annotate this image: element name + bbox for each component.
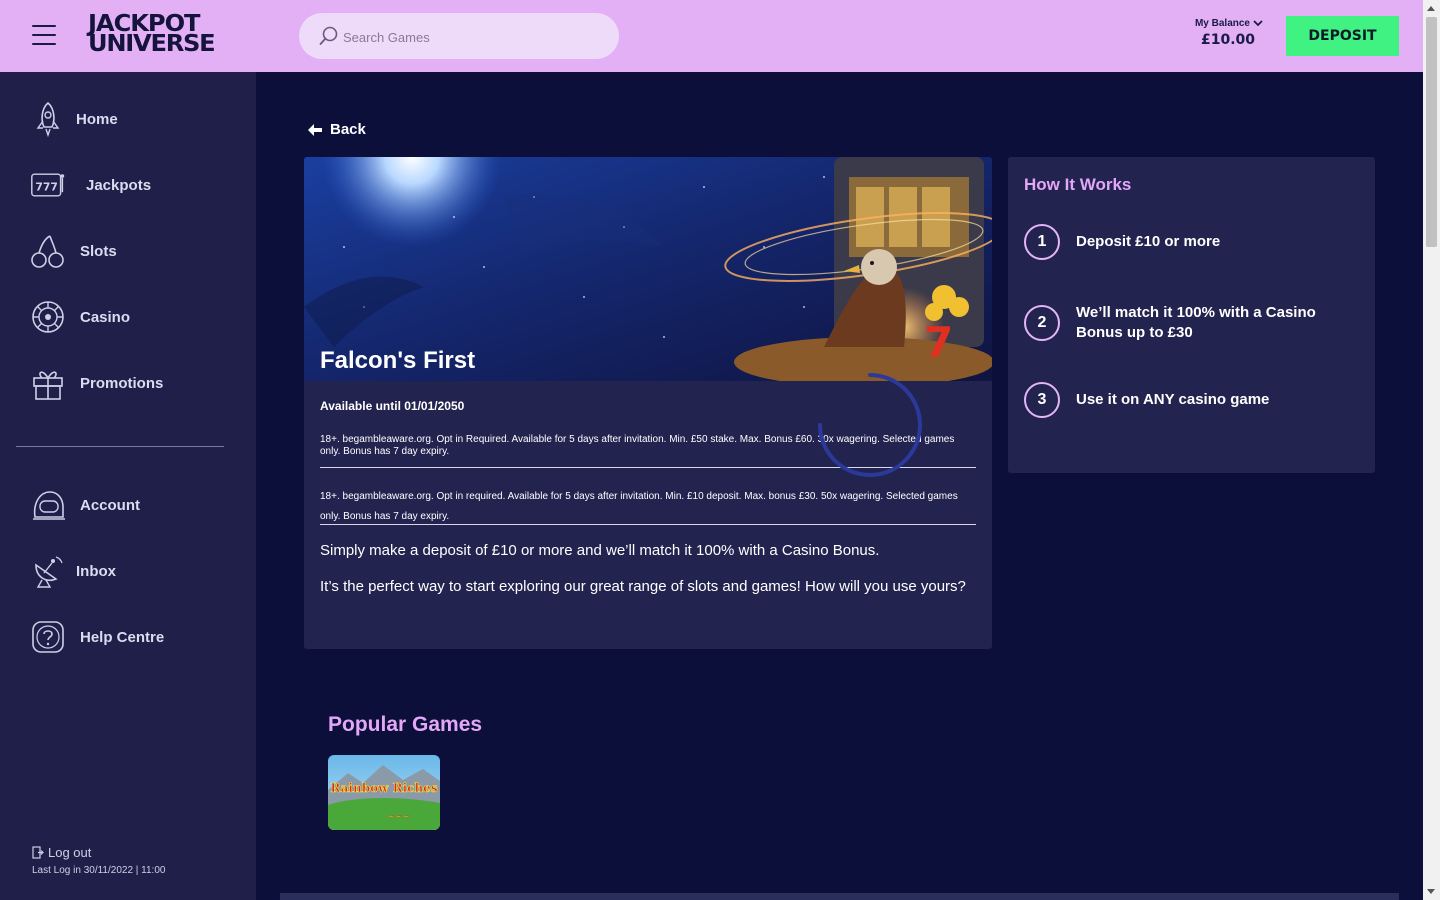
logout-link[interactable]: Log out — [32, 845, 91, 860]
step-item: 1 Deposit £10 or more — [1024, 224, 1220, 260]
svg-text:777: 777 — [35, 180, 58, 193]
deposit-button[interactable]: DEPOSIT — [1286, 16, 1399, 56]
top-header: JACKPOT UNIVERSE My Balance £10.00 DEPOS… — [0, 0, 1423, 72]
sidebar-item-home[interactable]: Home — [30, 99, 118, 139]
popular-games-title: Popular Games — [328, 713, 483, 736]
how-it-works-card: How It Works 1 Deposit £10 or more 2 We’… — [1008, 157, 1375, 473]
promotion-description-1: Simply make a deposit of £10 or more and… — [320, 542, 880, 559]
last-login-text: Last Log in 30/11/2022 | 11:00 — [32, 865, 166, 876]
svg-text:~~~: ~~~ — [387, 812, 410, 822]
promotion-card: 7 Falcon's First Available until 01/01/2… — [304, 157, 992, 649]
sidebar-item-label: Promotions — [80, 374, 164, 392]
gift-icon — [30, 365, 66, 401]
search-bar[interactable] — [299, 13, 619, 59]
astronaut-helmet-icon — [30, 487, 66, 523]
game-tile-rainbow-riches[interactable]: Rainbow Riches ~~~ — [328, 755, 440, 830]
sidebar: Home 777 Jackpots Slots Casino Promotion… — [0, 72, 256, 900]
sidebar-item-label: Help Centre — [80, 628, 165, 646]
promotion-terms-2: 18+. begambleaware.org. Opt in required.… — [320, 491, 958, 522]
roulette-icon — [30, 299, 66, 335]
sidebar-item-label: Slots — [80, 242, 117, 260]
sidebar-item-label: Account — [80, 496, 140, 514]
logout-label: Log out — [48, 845, 92, 860]
sidebar-item-account[interactable]: Account — [30, 485, 140, 525]
slot-machine-icon: 777 — [30, 167, 66, 203]
divider — [320, 524, 976, 525]
scrollbar[interactable] — [1423, 0, 1440, 900]
step-text: Use it on ANY casino game — [1076, 391, 1270, 408]
menu-icon[interactable] — [32, 25, 56, 45]
step-number: 3 — [1024, 382, 1060, 418]
svg-text:7: 7 — [924, 318, 953, 367]
sidebar-item-promotions[interactable]: Promotions — [30, 363, 163, 403]
arrow-left-icon — [308, 123, 322, 136]
scrollbar-thumb[interactable] — [1426, 17, 1437, 247]
back-link[interactable]: Back — [308, 121, 366, 138]
promotion-description-2: It’s the perfect way to start exploring … — [320, 578, 966, 595]
rocket-icon — [30, 101, 66, 137]
sidebar-item-inbox[interactable]: Inbox — [30, 551, 116, 591]
loading-spinner-icon — [818, 373, 922, 477]
scroll-up-icon[interactable] — [1427, 6, 1435, 11]
step-number: 1 — [1024, 224, 1060, 260]
step-text: We’ll match it 100% with a Casino Bonus … — [1076, 304, 1316, 341]
sidebar-item-label: Inbox — [76, 562, 116, 580]
promotion-availability: Available until 01/01/2050 — [320, 399, 465, 413]
step-item: 2 We’ll match it 100% with a Casino Bonu… — [1024, 303, 1346, 343]
footer-strip — [280, 893, 1399, 900]
balance-label: My Balance — [1194, 18, 1250, 29]
sidebar-item-jackpots[interactable]: 777 Jackpots — [30, 165, 151, 205]
sidebar-item-casino[interactable]: Casino — [30, 297, 130, 337]
balance-amount: £10.00 — [1200, 32, 1255, 48]
back-label: Back — [330, 121, 366, 138]
step-item: 3 Use it on ANY casino game — [1024, 382, 1269, 418]
sidebar-divider — [16, 446, 224, 447]
scroll-down-icon[interactable] — [1427, 889, 1435, 894]
search-input[interactable] — [343, 25, 603, 49]
sidebar-item-help-centre[interactable]: Help Centre — [30, 617, 164, 657]
site-logo[interactable]: JACKPOT UNIVERSE — [88, 13, 216, 57]
search-icon — [319, 26, 338, 45]
satellite-dish-icon — [30, 553, 66, 589]
step-text: Deposit £10 or more — [1076, 233, 1221, 250]
how-it-works-title: How It Works — [1024, 175, 1132, 194]
step-number: 2 — [1024, 305, 1060, 341]
cherries-icon — [30, 233, 66, 269]
sidebar-item-label: Home — [76, 110, 118, 128]
sidebar-item-slots[interactable]: Slots — [30, 231, 117, 271]
balance-dropdown[interactable]: My Balance £10.00 — [1195, 18, 1263, 48]
game-tile-logo-text: Rainbow Riches — [330, 781, 437, 795]
help-question-icon — [30, 619, 66, 655]
sidebar-item-label: Jackpots — [86, 176, 152, 194]
logo-line-2: UNIVERSE — [88, 31, 216, 57]
chevron-down-icon — [1253, 20, 1263, 27]
promotion-title: Falcon's First — [320, 347, 476, 374]
balance-label-row: My Balance — [1195, 18, 1263, 29]
sidebar-item-label: Casino — [80, 308, 131, 326]
logout-icon — [32, 846, 44, 859]
